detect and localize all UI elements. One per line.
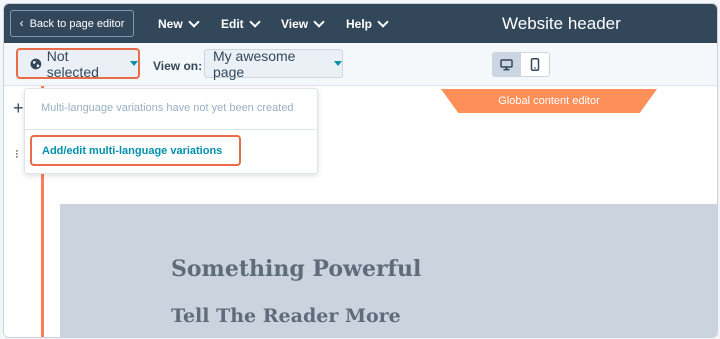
view-on-label: View on: bbox=[153, 59, 203, 73]
menu-view[interactable]: View bbox=[281, 4, 325, 43]
chevron-down-icon bbox=[377, 15, 389, 28]
global-content-editor-tab: Global content editor bbox=[441, 89, 657, 113]
menu-edit[interactable]: Edit bbox=[221, 4, 261, 43]
back-button-label: Back to page editor bbox=[29, 17, 125, 30]
editor-window: ‹ Back to page editor New Edit View Help… bbox=[3, 3, 718, 338]
caret-down-icon bbox=[334, 61, 342, 66]
mobile-icon bbox=[530, 58, 540, 71]
menu-help[interactable]: Help bbox=[346, 4, 389, 43]
page-title: Website header bbox=[502, 13, 621, 33]
back-to-page-editor-button[interactable]: ‹ Back to page editor bbox=[10, 10, 134, 37]
hero-title: Something Powerful bbox=[171, 256, 422, 282]
page-select-value: My awesome page bbox=[213, 47, 296, 80]
menu-help-label: Help bbox=[346, 16, 373, 31]
language-selector-button[interactable]: Not selected bbox=[16, 47, 140, 80]
add-edit-variations-link[interactable]: Add/edit multi-language variations bbox=[30, 135, 241, 166]
layers-icon[interactable]: ⁝ bbox=[15, 147, 19, 161]
menu-new[interactable]: New bbox=[158, 4, 200, 43]
view-on-page-select[interactable]: My awesome page bbox=[204, 47, 343, 80]
menu-new-label: New bbox=[158, 16, 183, 31]
chevron-down-icon bbox=[249, 15, 261, 28]
add-icon[interactable]: + bbox=[13, 98, 24, 119]
menu-divider bbox=[25, 129, 317, 130]
chevron-down-icon bbox=[188, 15, 200, 28]
device-preview-toggle bbox=[492, 52, 550, 77]
mobile-preview-button[interactable] bbox=[521, 52, 550, 77]
menu-view-label: View bbox=[281, 16, 309, 31]
desktop-icon bbox=[500, 58, 513, 70]
language-dropdown-menu: Multi-language variations have not yet b… bbox=[24, 88, 318, 174]
chevron-left-icon: ‹ bbox=[19, 16, 24, 30]
caret-down-icon bbox=[130, 61, 138, 66]
hero-subtitle: Tell The Reader More bbox=[171, 305, 401, 327]
editor-toolbar: Not selected View on: My awesome page bbox=[4, 43, 717, 86]
language-selector-label: Not selected bbox=[46, 47, 99, 80]
top-navigation: ‹ Back to page editor New Edit View Help… bbox=[4, 4, 717, 43]
chevron-down-icon bbox=[313, 15, 325, 28]
globe-icon bbox=[30, 58, 42, 69]
no-variations-message: Multi-language variations have not yet b… bbox=[41, 102, 294, 114]
menu-edit-label: Edit bbox=[221, 16, 244, 31]
desktop-preview-button[interactable] bbox=[492, 52, 521, 77]
add-edit-variations-label: Add/edit multi-language variations bbox=[42, 144, 223, 157]
